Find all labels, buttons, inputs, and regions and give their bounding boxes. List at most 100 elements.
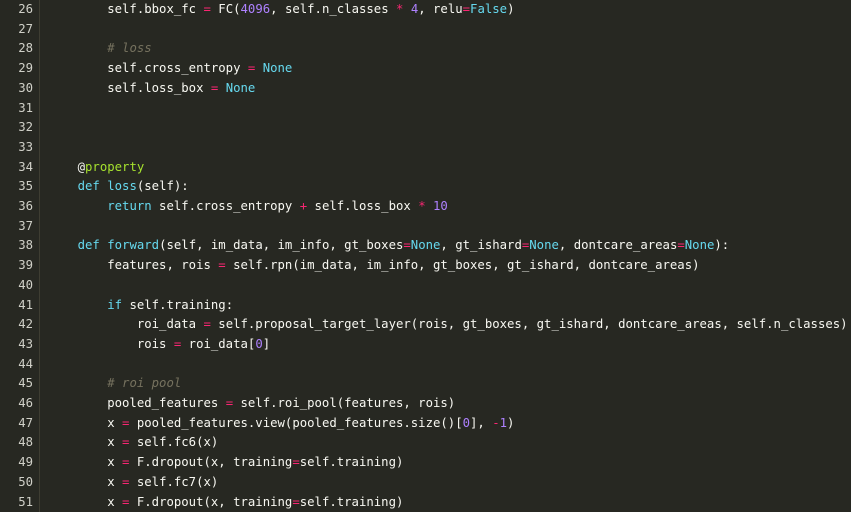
code-token: =	[677, 238, 685, 253]
code-token: (self, im_data, im_info, gt_boxes	[159, 238, 404, 253]
code-line[interactable]: 50 x = self.fc7(x)	[0, 473, 851, 493]
code-line[interactable]: 33	[0, 138, 851, 158]
code-line[interactable]: 26 self.bbox_fc = FC(4096, self.n_classe…	[0, 0, 851, 20]
code-token: loss	[107, 179, 137, 194]
code-line[interactable]: 45 # roi pool	[0, 374, 851, 394]
line-number: 48	[18, 435, 33, 450]
line-number: 31	[18, 100, 33, 115]
code-line[interactable]: 51 x = F.dropout(x, training=self.traini…	[0, 493, 851, 512]
code-token: None	[529, 238, 559, 253]
code-token: =	[292, 494, 300, 509]
line-number: 47	[18, 415, 33, 430]
code-token: 4096	[240, 2, 271, 16]
code-token: =	[403, 238, 411, 253]
code-token: ]	[262, 336, 271, 351]
code-text: self.loss_box = None	[48, 79, 255, 99]
code-line[interactable]: 29 self.cross_entropy = None	[0, 59, 851, 79]
code-line[interactable]: 43 rois = roi_data[0]	[0, 335, 851, 355]
code-token: pooled_features	[48, 396, 226, 410]
code-editor[interactable]: 26 self.bbox_fc = FC(4096, self.n_classe…	[0, 0, 851, 512]
line-number: 51	[18, 494, 33, 509]
code-line[interactable]: 32	[0, 118, 851, 138]
code-token: *	[418, 199, 426, 213]
code-line[interactable]: 36 return self.cross_entropy + self.loss…	[0, 197, 851, 217]
code-token: self.training:	[122, 297, 234, 312]
line-number: 42	[18, 317, 33, 332]
code-line[interactable]: 28 # loss	[0, 39, 851, 59]
code-line[interactable]: 48 x = self.fc6(x)	[0, 433, 851, 453]
code-text: self.bbox_fc = FC(4096, self.n_classes *…	[48, 0, 514, 20]
line-number: 29	[18, 61, 33, 76]
code-line[interactable]: 34 @property	[0, 158, 851, 178]
code-token: self.fc6(x)	[129, 435, 219, 450]
code-token: @	[77, 159, 86, 174]
code-line[interactable]: 49 x = F.dropout(x, training=self.traini…	[0, 453, 851, 473]
code-text: x = F.dropout(x, training=self.training)	[48, 493, 403, 512]
code-token: 1	[499, 415, 508, 430]
line-number: 46	[18, 396, 33, 410]
code-token: , relu	[418, 2, 463, 16]
code-token: x	[48, 474, 123, 489]
line-number: 38	[18, 238, 33, 253]
code-line[interactable]: 42 roi_data = self.proposal_target_layer…	[0, 315, 851, 335]
code-token: None	[410, 238, 441, 253]
line-number: 28	[18, 41, 33, 56]
code-line[interactable]: 35 def loss(self):	[0, 177, 851, 197]
code-text: x = self.fc6(x)	[48, 433, 218, 453]
code-token: self.training)	[299, 455, 404, 470]
code-token: property	[85, 159, 145, 174]
code-area[interactable]: 26 self.bbox_fc = FC(4096, self.n_classe…	[0, 0, 851, 512]
code-text: self.cross_entropy = None	[48, 59, 292, 79]
code-token: F.dropout(x, training	[129, 494, 293, 509]
code-token: roi_data[	[181, 336, 256, 351]
code-token: rois	[48, 336, 174, 351]
code-text: pooled_features = self.roi_pool(features…	[48, 394, 455, 414]
code-token: self.cross_entropy	[48, 61, 248, 76]
code-text: features, rois = self.rpn(im_data, im_in…	[48, 256, 700, 276]
code-line[interactable]: 30 self.loss_box = None	[0, 79, 851, 99]
code-token: 0	[462, 415, 471, 430]
code-line[interactable]: 44	[0, 355, 851, 375]
code-text: @property	[48, 158, 145, 178]
line-number: 40	[18, 277, 33, 292]
line-number: 39	[18, 258, 33, 273]
code-line[interactable]: 38 def forward(self, im_data, im_info, g…	[0, 236, 851, 256]
code-text: return self.cross_entropy + self.loss_bo…	[48, 197, 448, 217]
code-token: def	[77, 179, 100, 194]
code-token: =	[203, 317, 211, 332]
line-number: 36	[18, 199, 33, 213]
code-token: =	[292, 455, 300, 470]
code-token: ],	[470, 415, 493, 430]
code-line[interactable]: 31	[0, 99, 851, 119]
code-token: pooled_features.view(pooled_features.siz…	[129, 415, 463, 430]
code-token: None	[684, 238, 715, 253]
code-token: False	[470, 2, 508, 16]
code-token: )	[507, 415, 515, 430]
code-line[interactable]: 27	[0, 20, 851, 40]
code-token: roi_data	[48, 317, 204, 332]
code-line[interactable]: 41 if self.training:	[0, 296, 851, 316]
code-line[interactable]: 39 features, rois = self.rpn(im_data, im…	[0, 256, 851, 276]
code-text: def forward(self, im_data, im_info, gt_b…	[48, 236, 730, 256]
code-line[interactable]: 46 pooled_features = self.roi_pool(featu…	[0, 394, 851, 414]
code-token: -	[492, 415, 500, 430]
code-line[interactable]: 47 x = pooled_features.view(pooled_featu…	[0, 414, 851, 434]
code-token: self.training)	[299, 494, 404, 509]
code-token: forward	[107, 238, 160, 253]
code-token: None	[225, 80, 256, 95]
code-token: 0	[255, 336, 263, 351]
code-token: self.rpn(im_data, im_info, gt_boxes, gt_…	[225, 258, 700, 273]
code-line[interactable]: 40	[0, 276, 851, 296]
code-token: self.roi_pool(features, rois)	[233, 396, 456, 410]
code-token: return	[107, 199, 152, 213]
code-token: =	[225, 396, 234, 410]
code-line[interactable]: 37	[0, 217, 851, 237]
code-token: =	[203, 2, 211, 16]
